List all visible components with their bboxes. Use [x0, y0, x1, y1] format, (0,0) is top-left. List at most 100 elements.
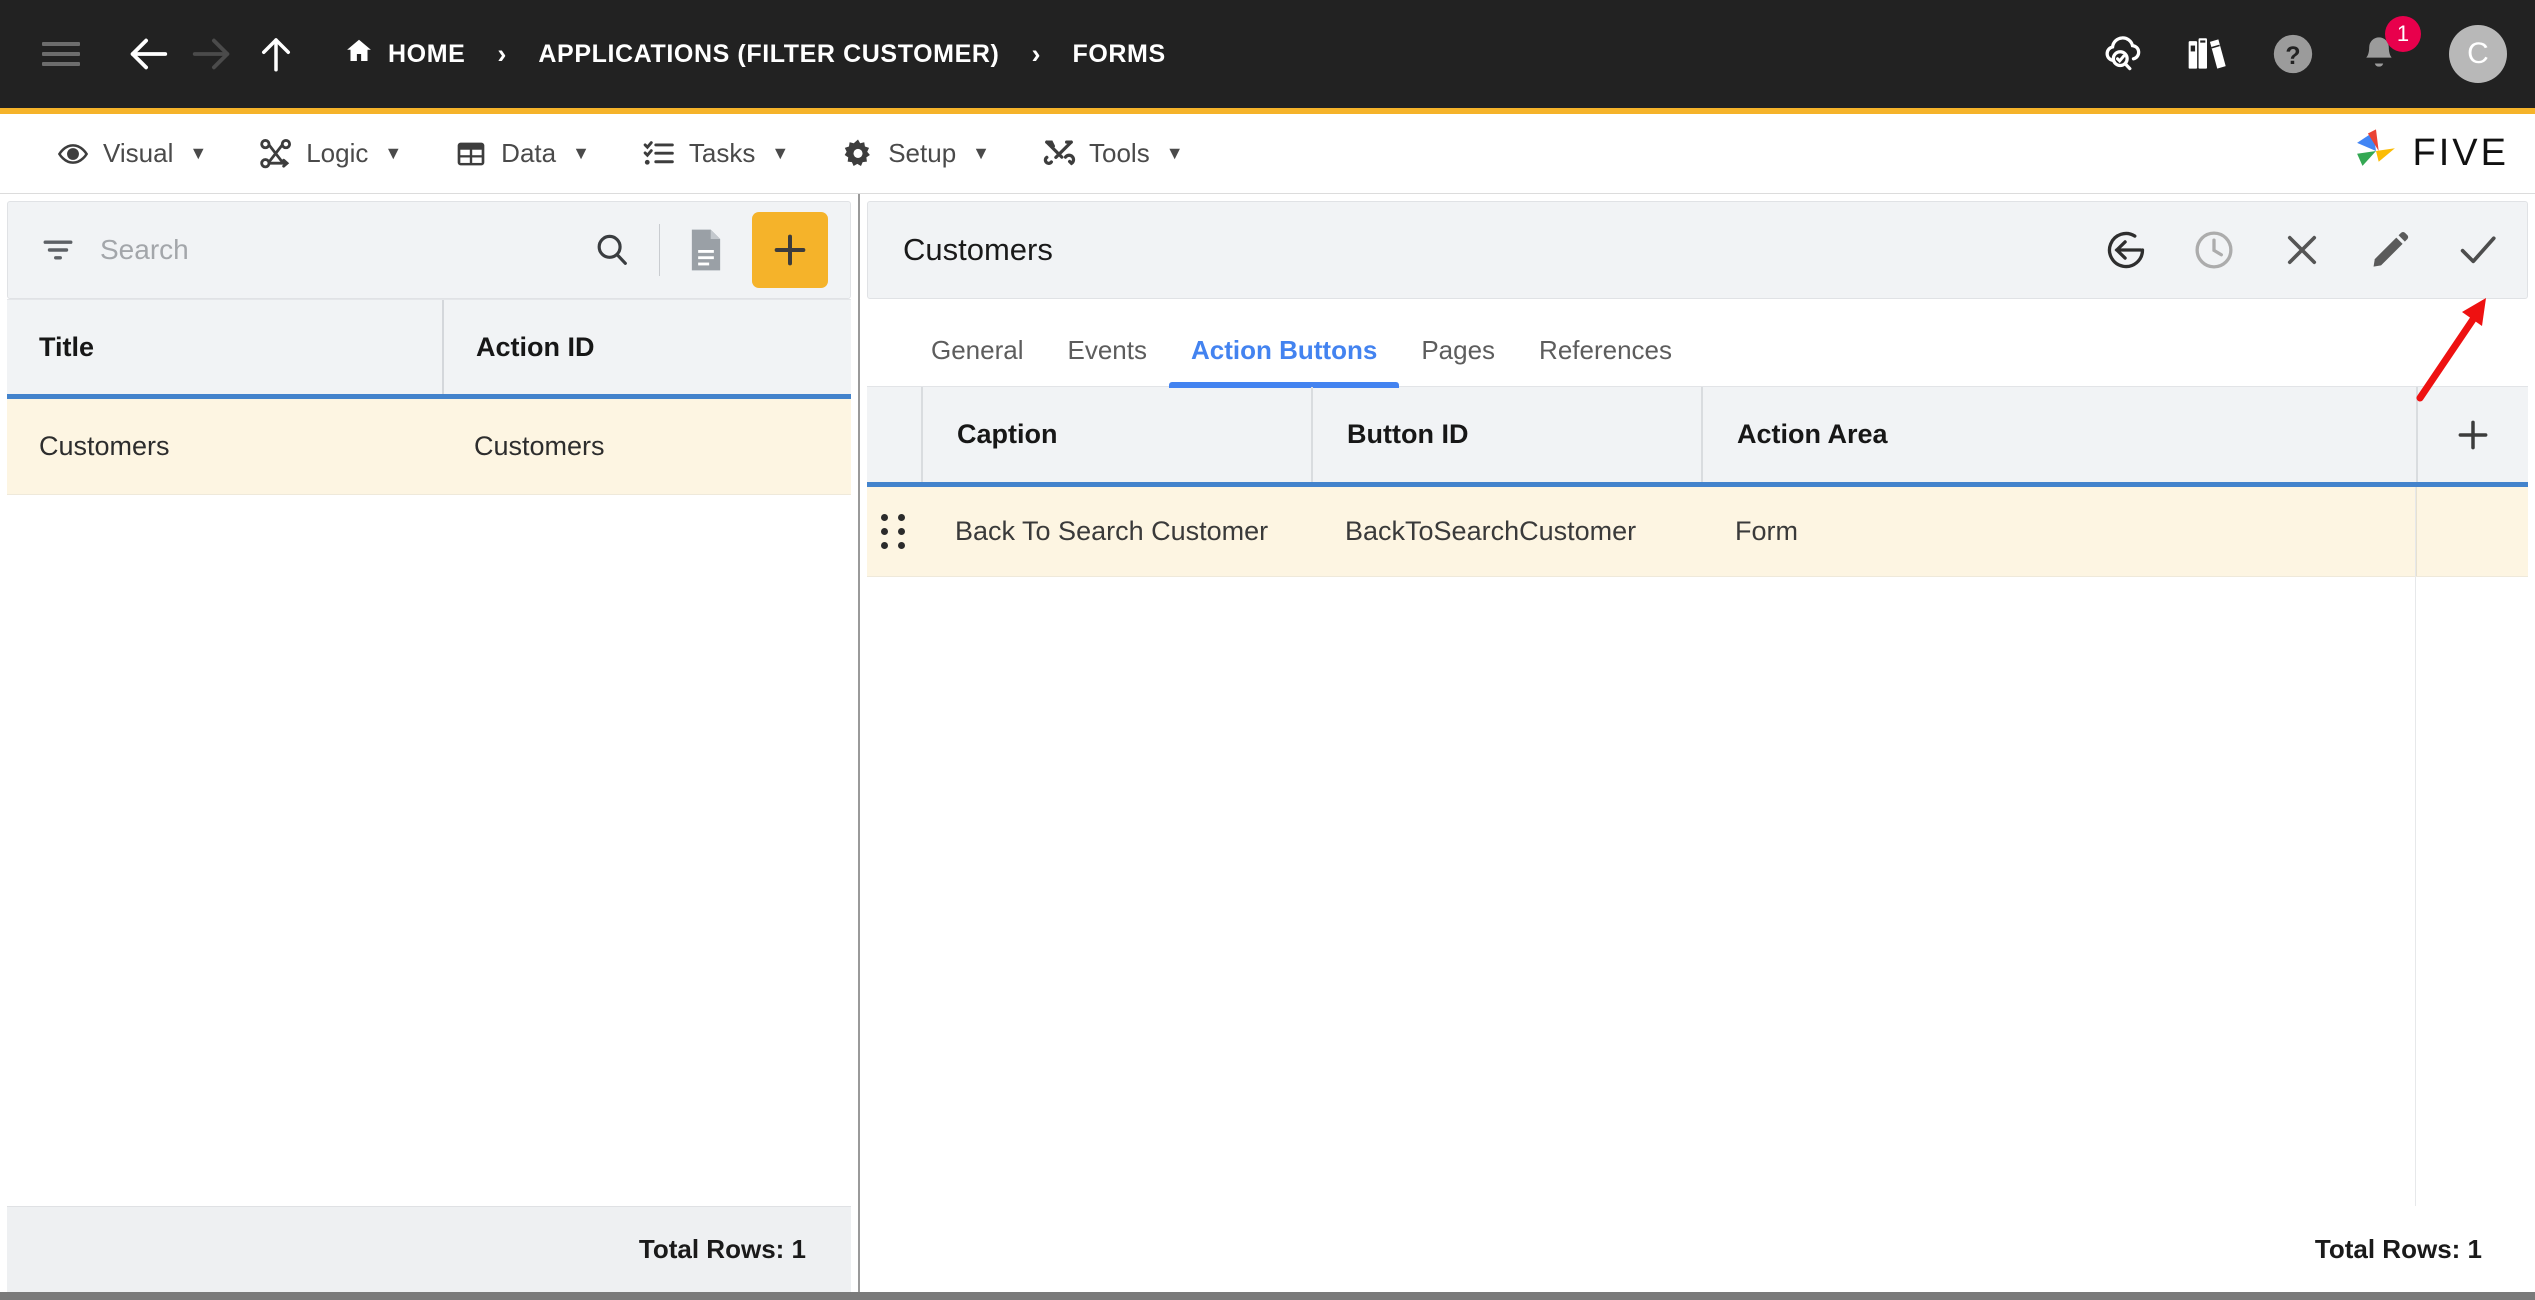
- left-list-panel: Title Action ID Customers Customers Tota…: [0, 194, 860, 1292]
- drag-handle-icon[interactable]: [867, 514, 921, 549]
- menu-item-setup[interactable]: Setup ▼: [815, 114, 1016, 193]
- breadcrumb-item-forms[interactable]: FORMS: [1072, 40, 1165, 69]
- cell-spacer: [2416, 487, 2528, 576]
- menu-label-data: Data: [501, 138, 557, 168]
- right-detail-panel: Customers General Events Action Buttons …: [860, 194, 2535, 1292]
- main-content-area: Title Action ID Customers Customers Tota…: [0, 194, 2535, 1292]
- top-navigation-bar: HOME › APPLICATIONS (FILTER CUSTOMER) › …: [0, 0, 2535, 108]
- cloud-check-search-icon[interactable]: [2095, 28, 2147, 80]
- breadcrumb-item-home[interactable]: HOME: [344, 36, 465, 73]
- table-row[interactable]: Back To Search Customer BackToSearchCust…: [867, 487, 2528, 577]
- menu-label-logic: Logic: [306, 138, 369, 168]
- tab-pages[interactable]: Pages: [1399, 335, 1517, 386]
- five-logo: FIVE: [2349, 124, 2509, 183]
- chevron-down-icon: ▼: [1165, 143, 1184, 163]
- arrow-right-icon[interactable]: [180, 22, 244, 86]
- add-record-button[interactable]: [752, 212, 828, 288]
- tab-references[interactable]: References: [1517, 335, 1694, 386]
- main-menu-bar: Visual ▼ Logic ▼ Data ▼ Tasks ▼ Setup ▼ …: [0, 114, 2535, 194]
- breadcrumb-item-applications[interactable]: APPLICATIONS (FILTER CUSTOMER): [538, 40, 999, 69]
- menu-item-data[interactable]: Data ▼: [428, 114, 616, 193]
- left-column-header-action-id[interactable]: Action ID: [442, 300, 851, 394]
- books-library-icon[interactable]: [2181, 28, 2233, 80]
- tab-events[interactable]: Events: [1046, 335, 1170, 386]
- arrow-left-icon[interactable]: [116, 22, 180, 86]
- topbar-right-group: ? 1 C: [2095, 16, 2507, 83]
- topbar-left-group: HOME › APPLICATIONS (FILTER CUSTOMER) › …: [38, 22, 1166, 86]
- hamburger-icon[interactable]: [38, 31, 84, 77]
- filter-icon[interactable]: [38, 230, 78, 270]
- svg-text:?: ?: [2285, 42, 2300, 70]
- home-icon: [344, 36, 374, 73]
- chevron-down-icon: ▼: [771, 143, 790, 163]
- cell-action-area: Form: [1735, 516, 1798, 546]
- logic-flow-icon: [259, 137, 293, 171]
- column-header-button-id[interactable]: Button ID: [1311, 387, 1701, 482]
- breadcrumb: HOME › APPLICATIONS (FILTER CUSTOMER) › …: [344, 36, 1166, 73]
- menu-label-setup: Setup: [888, 138, 957, 168]
- cell-action-id: Customers: [474, 431, 605, 461]
- left-table-body: Customers Customers: [7, 399, 851, 1206]
- tab-general[interactable]: General: [909, 335, 1046, 386]
- application-window: HOME › APPLICATIONS (FILTER CUSTOMER) › …: [0, 0, 2535, 1300]
- five-pinwheel-icon: [2349, 124, 2403, 183]
- cell-caption: Back To Search Customer: [955, 516, 1269, 546]
- cell-title: Customers: [39, 431, 170, 461]
- column-header-caption[interactable]: Caption: [921, 387, 1311, 482]
- history-clock-icon[interactable]: [2189, 225, 2239, 275]
- window-bottom-bar: [0, 1292, 2535, 1300]
- document-icon[interactable]: [684, 226, 728, 274]
- menu-label-tools: Tools: [1089, 138, 1150, 168]
- column-guide: [2415, 487, 2416, 1206]
- chevron-down-icon: ▼: [384, 143, 403, 163]
- help-question-icon[interactable]: ?: [2267, 28, 2319, 80]
- save-check-icon[interactable]: [2453, 225, 2503, 275]
- left-table: Title Action ID Customers Customers Tota…: [0, 299, 858, 1292]
- back-circle-icon[interactable]: [2101, 225, 2151, 275]
- action-table-footer: Total Rows: 1: [867, 1206, 2528, 1292]
- edit-pencil-icon[interactable]: [2365, 225, 2415, 275]
- menu-item-visual[interactable]: Visual ▼: [30, 114, 233, 193]
- menu-item-tasks[interactable]: Tasks ▼: [616, 114, 815, 193]
- gear-icon: [841, 137, 875, 171]
- page-title: Customers: [903, 232, 1053, 267]
- detail-tabs: General Events Action Buttons Pages Refe…: [867, 299, 2528, 388]
- chevron-down-icon: ▼: [972, 143, 990, 163]
- menu-item-tools[interactable]: Tools ▼: [1016, 114, 1210, 193]
- column-header-action-area[interactable]: Action Area: [1701, 387, 2416, 482]
- left-column-header-title[interactable]: Title: [7, 300, 442, 394]
- breadcrumb-separator: ›: [497, 38, 507, 69]
- notification-badge: 1: [2385, 16, 2421, 52]
- menu-item-logic[interactable]: Logic ▼: [233, 114, 428, 193]
- chevron-down-icon: ▼: [572, 143, 590, 163]
- action-table-body: Back To Search Customer BackToSearchCust…: [867, 487, 2528, 1206]
- detail-toolbar: [2101, 225, 2503, 275]
- eye-icon: [56, 137, 90, 171]
- search-toolbar: [7, 201, 851, 299]
- five-logo-text: FIVE: [2412, 132, 2509, 174]
- table-grid-icon: [454, 137, 488, 171]
- arrow-up-icon[interactable]: [244, 22, 308, 86]
- close-x-icon[interactable]: [2277, 225, 2327, 275]
- action-table-header: Caption Button ID Action Area: [867, 387, 2528, 487]
- breadcrumb-separator: ›: [1031, 38, 1041, 69]
- left-table-footer: Total Rows: 1: [7, 1206, 851, 1292]
- magnifier-icon[interactable]: [589, 227, 635, 273]
- left-table-header: Title Action ID: [7, 299, 851, 399]
- tools-wrench-icon: [1042, 137, 1076, 171]
- detail-header: Customers: [867, 201, 2528, 299]
- breadcrumb-label-home: HOME: [388, 39, 466, 68]
- menu-label-tasks: Tasks: [688, 138, 756, 168]
- action-buttons-table: Caption Button ID Action Area Back To Se…: [860, 387, 2535, 1292]
- chevron-down-icon: ▼: [189, 143, 208, 163]
- toolbar-divider: [659, 224, 660, 276]
- notification-bell-icon[interactable]: 1: [2353, 16, 2421, 80]
- checklist-icon: [642, 137, 676, 171]
- search-input[interactable]: [78, 234, 589, 266]
- add-column-button[interactable]: [2416, 387, 2528, 482]
- menu-label-visual: Visual: [103, 138, 174, 168]
- cell-button-id: BackToSearchCustomer: [1345, 516, 1637, 546]
- tab-action-buttons[interactable]: Action Buttons: [1169, 335, 1400, 388]
- avatar[interactable]: C: [2449, 25, 2507, 83]
- table-row[interactable]: Customers Customers: [7, 399, 851, 495]
